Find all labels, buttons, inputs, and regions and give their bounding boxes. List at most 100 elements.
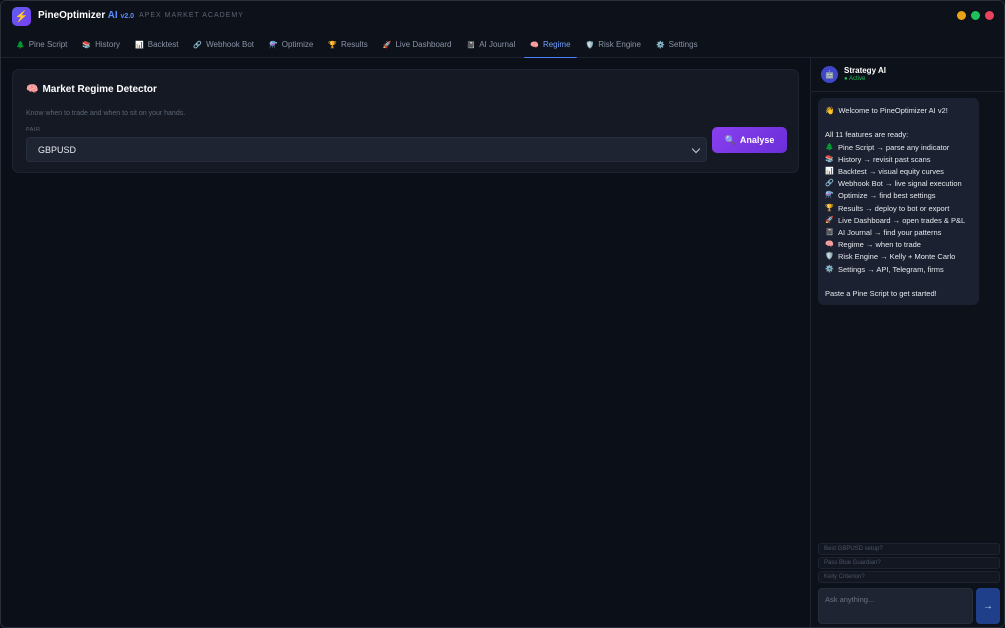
intro-line: All 11 features are ready: xyxy=(825,130,909,140)
window-controls xyxy=(957,11,994,20)
tab-label: Optimize xyxy=(281,40,314,49)
tab-bar: 🌲 Pine Script 📚 History 📊 Backtest 🔗 Web… xyxy=(1,32,1004,59)
analyse-button[interactable]: 🔍 Analyse xyxy=(712,127,787,153)
trophy-icon: 🏆 xyxy=(328,41,338,49)
tab-label: History xyxy=(95,40,121,49)
chevron-down-icon xyxy=(691,144,701,154)
tab-optimize[interactable]: ⚗️ Optimize xyxy=(263,32,319,58)
tab-label: Webhook Bot xyxy=(206,40,255,49)
greeting-line: 👋 Welcome to PineOptimizer AI v2! xyxy=(825,105,972,117)
feature-text: Regime → when to trade xyxy=(838,240,921,250)
feature-item: 📚 History → revisit past scans xyxy=(825,154,972,166)
bar-chart-icon: 📊 xyxy=(825,168,834,175)
main-panel: 🧠 Market Regime Detector Know when to tr… xyxy=(1,58,810,627)
tab-history[interactable]: 📚 History xyxy=(76,32,126,58)
tab-label: Settings xyxy=(668,40,698,49)
books-icon: 📚 xyxy=(82,41,92,49)
feature-item: 📊 Backtest → visual equity curves xyxy=(825,166,972,178)
tab-label: Regime xyxy=(542,40,571,49)
shield-icon: 🛡️ xyxy=(825,253,834,261)
tab-label: Backtest xyxy=(147,40,179,49)
tab-results[interactable]: 🏆 Results xyxy=(322,32,373,58)
tab-label: Pine Script xyxy=(28,40,68,49)
brain-icon: 🧠 xyxy=(26,84,39,95)
chat-message: 👋 Welcome to PineOptimizer AI v2! All 11… xyxy=(818,98,979,305)
bar-chart-icon: 📊 xyxy=(135,41,144,49)
feature-text: Webhook Bot → live signal execution xyxy=(838,179,962,189)
tab-live-dashboard[interactable]: 🚀 Live Dashboard xyxy=(377,32,458,58)
feature-text: Optimize → find best settings xyxy=(838,191,936,201)
feature-item: 🧠 Regime → when to trade xyxy=(825,239,972,251)
tab-backtest[interactable]: 📊 Backtest xyxy=(129,32,184,58)
feature-item: ⚗️ Optimize → find best settings xyxy=(825,190,972,202)
rocket-icon: 🚀 xyxy=(382,41,392,49)
gear-icon: ⚙️ xyxy=(825,265,834,273)
gear-icon: ⚙️ xyxy=(655,41,665,49)
analyse-label: Analyse xyxy=(739,135,775,145)
feature-item: 🛡️ Risk Engine → Kelly + Monte Carlo xyxy=(825,251,972,263)
trophy-icon: 🏆 xyxy=(825,204,834,212)
pair-label: PAIR xyxy=(26,127,41,133)
app-window: ⚡ PineOptimizer AI v2.0 APEX MARKET ACAD… xyxy=(0,0,1005,628)
robot-avatar-icon: 🤖 xyxy=(821,66,838,83)
feature-item: 🌲 Pine Script → parse any indicator xyxy=(825,142,972,154)
notebook-icon: 📓 xyxy=(466,41,476,49)
title-bar: ⚡ PineOptimizer AI v2.0 APEX MARKET ACAD… xyxy=(1,1,1004,32)
bolt-logo-icon: ⚡ xyxy=(12,7,31,26)
flask-icon: ⚗️ xyxy=(269,41,278,49)
feature-item: ⚙️ Settings → API, Telegram, firms xyxy=(825,264,972,276)
feature-text: Settings → API, Telegram, firms xyxy=(838,264,944,274)
outro-line: Paste a Pine Script to get started! xyxy=(825,289,937,299)
app-version: v2.0 xyxy=(120,13,135,20)
card-title-text: Market Regime Detector xyxy=(42,84,157,95)
suggestion-chip[interactable]: Kelly Criterion? xyxy=(818,571,1000,583)
minimize-button[interactable] xyxy=(957,11,966,20)
tab-settings[interactable]: ⚙️ Settings xyxy=(650,32,704,58)
wave-icon: 👋 xyxy=(825,106,835,115)
maximize-button[interactable] xyxy=(971,11,980,20)
close-button[interactable] xyxy=(985,11,994,20)
feature-text: Results → deploy to bot or export xyxy=(838,203,950,213)
tree-icon: 🌲 xyxy=(16,41,25,49)
greeting-text: Welcome to PineOptimizer AI v2! xyxy=(838,106,948,115)
link-icon: 🔗 xyxy=(193,41,203,49)
status-badge: ● Active xyxy=(844,76,866,82)
tab-ai-journal[interactable]: 📓 AI Journal xyxy=(460,32,521,58)
chat-sidebar: 🤖 Strategy AI ● Active 👋 Welcome to Pine… xyxy=(810,58,1004,627)
feature-text: Live Dashboard → open trades & P&L xyxy=(838,215,966,225)
flask-icon: ⚗️ xyxy=(825,192,834,200)
pair-value: GBPUSD xyxy=(38,144,77,155)
notebook-icon: 📓 xyxy=(825,229,834,237)
feature-item: 🚀 Live Dashboard → open trades & P&L xyxy=(825,215,972,227)
arrow-right-icon: → xyxy=(983,600,993,612)
feature-text: Backtest → visual equity curves xyxy=(838,167,944,176)
tab-label: Results xyxy=(341,40,368,49)
feature-text: Risk Engine → Kelly + Monte Carlo xyxy=(838,252,956,262)
send-button[interactable]: → xyxy=(976,588,1000,624)
tab-pine-script[interactable]: 🌲 Pine Script xyxy=(10,32,73,58)
tab-label: Risk Engine xyxy=(598,40,641,49)
pair-select[interactable]: GBPUSD xyxy=(26,137,707,162)
tab-risk-engine[interactable]: 🛡️ Risk Engine xyxy=(580,32,647,58)
tab-regime[interactable]: 🧠 Regime xyxy=(524,32,577,59)
chat-name: Strategy AI xyxy=(844,66,886,75)
card-title: 🧠 Market Regime Detector xyxy=(26,84,157,95)
app-name-text: PineOptimizer xyxy=(38,10,106,21)
feature-item: 🔗 Webhook Bot → live signal execution xyxy=(825,178,972,190)
feature-item: 📓 AI Journal → find your patterns xyxy=(825,227,972,239)
app-name: PineOptimizer AI v2.0 xyxy=(38,10,134,21)
feature-text: AI Journal → find your patterns xyxy=(838,228,942,238)
feature-text: Pine Script → parse any indicator xyxy=(838,142,950,152)
books-icon: 📚 xyxy=(825,155,834,163)
suggestion-chip[interactable]: Best GBPUSD setup? xyxy=(818,543,1000,555)
chat-input[interactable]: Ask anything... xyxy=(818,588,973,624)
link-icon: 🔗 xyxy=(825,180,834,188)
brain-icon: 🧠 xyxy=(530,41,539,49)
search-icon: 🔍 xyxy=(724,134,736,145)
tab-label: AI Journal xyxy=(479,40,516,49)
tab-webhook-bot[interactable]: 🔗 Webhook Bot xyxy=(187,32,260,58)
rocket-icon: 🚀 xyxy=(825,216,834,224)
suggestion-chip[interactable]: Pass Blue Guardian? xyxy=(818,557,1000,569)
regime-card: 🧠 Market Regime Detector Know when to tr… xyxy=(12,69,799,173)
feature-item: 🏆 Results → deploy to bot or export xyxy=(825,203,972,215)
